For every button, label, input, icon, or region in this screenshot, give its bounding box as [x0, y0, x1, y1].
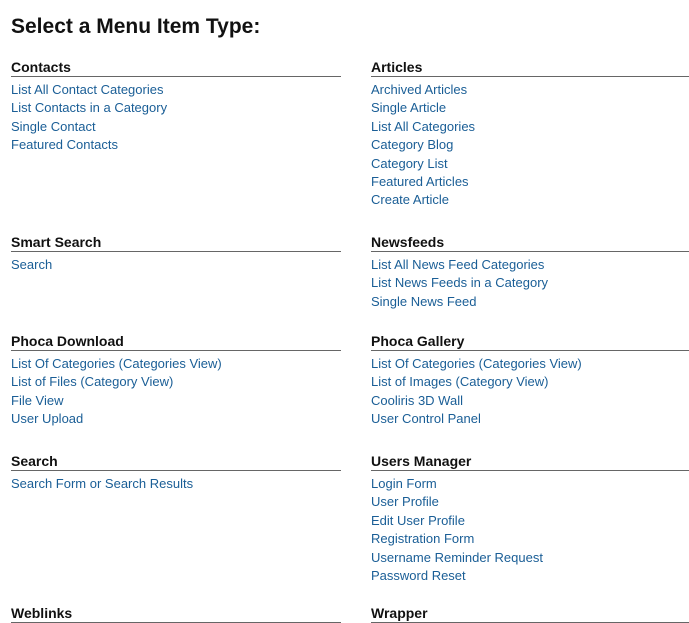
- group-heading-search: Search: [11, 453, 341, 471]
- menu-group-weblinks: Weblinks: [11, 605, 341, 623]
- list-item: Single Article: [371, 99, 689, 117]
- menu-group-articles: Articles Archived Articles Single Articl…: [371, 59, 689, 210]
- menu-group-phoca-download: Phoca Download List Of Categories (Categ…: [11, 333, 341, 429]
- list-item: Cooliris 3D Wall: [371, 392, 689, 410]
- menu-type-link[interactable]: Create Article: [371, 192, 449, 207]
- menu-type-link[interactable]: Featured Contacts: [11, 137, 118, 152]
- group-list-newsfeeds: List All News Feed Categories List News …: [371, 256, 689, 311]
- menu-type-link[interactable]: List All Categories: [371, 119, 475, 134]
- menu-type-link[interactable]: Featured Articles: [371, 174, 469, 189]
- list-item: Category Blog: [371, 136, 689, 154]
- group-heading-wrapper: Wrapper: [371, 605, 689, 623]
- menu-group-phoca-gallery: Phoca Gallery List Of Categories (Catego…: [371, 333, 689, 429]
- group-heading-articles: Articles: [371, 59, 689, 77]
- group-heading-phoca-download: Phoca Download: [11, 333, 341, 351]
- list-item: List News Feeds in a Category: [371, 274, 689, 292]
- list-item: User Upload: [11, 410, 341, 428]
- menu-type-link[interactable]: Single Article: [371, 100, 446, 115]
- menu-type-link[interactable]: User Upload: [11, 411, 83, 426]
- menu-type-link[interactable]: List News Feeds in a Category: [371, 275, 548, 290]
- menu-group-wrapper: Wrapper: [371, 605, 689, 623]
- list-item: List Contacts in a Category: [11, 99, 341, 117]
- group-list-phoca-gallery: List Of Categories (Categories View) Lis…: [371, 355, 689, 429]
- group-heading-newsfeeds: Newsfeeds: [371, 234, 689, 252]
- group-list-users-manager: Login Form User Profile Edit User Profil…: [371, 475, 689, 585]
- menu-group-search: Search Search Form or Search Results: [11, 453, 341, 493]
- list-item: Create Article: [371, 191, 689, 209]
- list-item: List All Contact Categories: [11, 81, 341, 99]
- list-item: File View: [11, 392, 341, 410]
- list-item: Edit User Profile: [371, 512, 689, 530]
- list-item: Login Form: [371, 475, 689, 493]
- page-title: Select a Menu Item Type:: [11, 15, 261, 38]
- menu-type-link[interactable]: User Profile: [371, 494, 439, 509]
- menu-type-link[interactable]: List Contacts in a Category: [11, 100, 167, 115]
- list-item: Category List: [371, 155, 689, 173]
- group-list-articles: Archived Articles Single Article List Al…: [371, 81, 689, 210]
- group-list-smart-search: Search: [11, 256, 341, 274]
- list-item: List of Images (Category View): [371, 373, 689, 391]
- menu-type-link[interactable]: Search Form or Search Results: [11, 476, 193, 491]
- menu-type-link[interactable]: Search: [11, 257, 52, 272]
- group-heading-smart-search: Smart Search: [11, 234, 341, 252]
- menu-type-link[interactable]: Login Form: [371, 476, 437, 491]
- menu-type-link[interactable]: Password Reset: [371, 568, 466, 583]
- list-item: User Profile: [371, 493, 689, 511]
- list-item: Archived Articles: [371, 81, 689, 99]
- menu-type-link[interactable]: List of Images (Category View): [371, 374, 549, 389]
- menu-type-link[interactable]: Category List: [371, 156, 448, 171]
- menu-type-link[interactable]: List of Files (Category View): [11, 374, 173, 389]
- menu-type-link[interactable]: Single News Feed: [371, 294, 477, 309]
- menu-type-link[interactable]: Archived Articles: [371, 82, 467, 97]
- menu-type-link[interactable]: Category Blog: [371, 137, 453, 152]
- menu-group-newsfeeds: Newsfeeds List All News Feed Categories …: [371, 234, 689, 311]
- menu-type-link[interactable]: Edit User Profile: [371, 513, 465, 528]
- menu-group-smart-search: Smart Search Search: [11, 234, 341, 274]
- list-item: Search Form or Search Results: [11, 475, 341, 493]
- list-item: List All News Feed Categories: [371, 256, 689, 274]
- list-item: Password Reset: [371, 567, 689, 585]
- menu-type-link[interactable]: Username Reminder Request: [371, 550, 543, 565]
- list-item: User Control Panel: [371, 410, 689, 428]
- list-item: Featured Articles: [371, 173, 689, 191]
- group-heading-phoca-gallery: Phoca Gallery: [371, 333, 689, 351]
- list-item: List of Files (Category View): [11, 373, 341, 391]
- group-heading-weblinks: Weblinks: [11, 605, 341, 623]
- menu-type-link[interactable]: List Of Categories (Categories View): [371, 356, 582, 371]
- menu-group-users-manager: Users Manager Login Form User Profile Ed…: [371, 453, 689, 585]
- menu-type-link[interactable]: Single Contact: [11, 119, 96, 134]
- list-item: Featured Contacts: [11, 136, 341, 154]
- group-list-phoca-download: List Of Categories (Categories View) Lis…: [11, 355, 341, 429]
- menu-type-link[interactable]: List All Contact Categories: [11, 82, 163, 97]
- list-item: Username Reminder Request: [371, 549, 689, 567]
- menu-type-link[interactable]: Cooliris 3D Wall: [371, 393, 463, 408]
- menu-type-link[interactable]: User Control Panel: [371, 411, 481, 426]
- list-item: List Of Categories (Categories View): [371, 355, 689, 373]
- list-item: Registration Form: [371, 530, 689, 548]
- list-item: Single Contact: [11, 118, 341, 136]
- group-heading-users-manager: Users Manager: [371, 453, 689, 471]
- menu-type-link[interactable]: Registration Form: [371, 531, 474, 546]
- menu-type-link[interactable]: List All News Feed Categories: [371, 257, 544, 272]
- list-item: List All Categories: [371, 118, 689, 136]
- list-item: Single News Feed: [371, 293, 689, 311]
- menu-group-contacts: Contacts List All Contact Categories Lis…: [11, 59, 341, 155]
- list-item: List Of Categories (Categories View): [11, 355, 341, 373]
- group-list-search: Search Form or Search Results: [11, 475, 341, 493]
- group-list-contacts: List All Contact Categories List Contact…: [11, 81, 341, 155]
- menu-type-link[interactable]: File View: [11, 393, 64, 408]
- group-heading-contacts: Contacts: [11, 59, 341, 77]
- list-item: Search: [11, 256, 341, 274]
- menu-type-link[interactable]: List Of Categories (Categories View): [11, 356, 222, 371]
